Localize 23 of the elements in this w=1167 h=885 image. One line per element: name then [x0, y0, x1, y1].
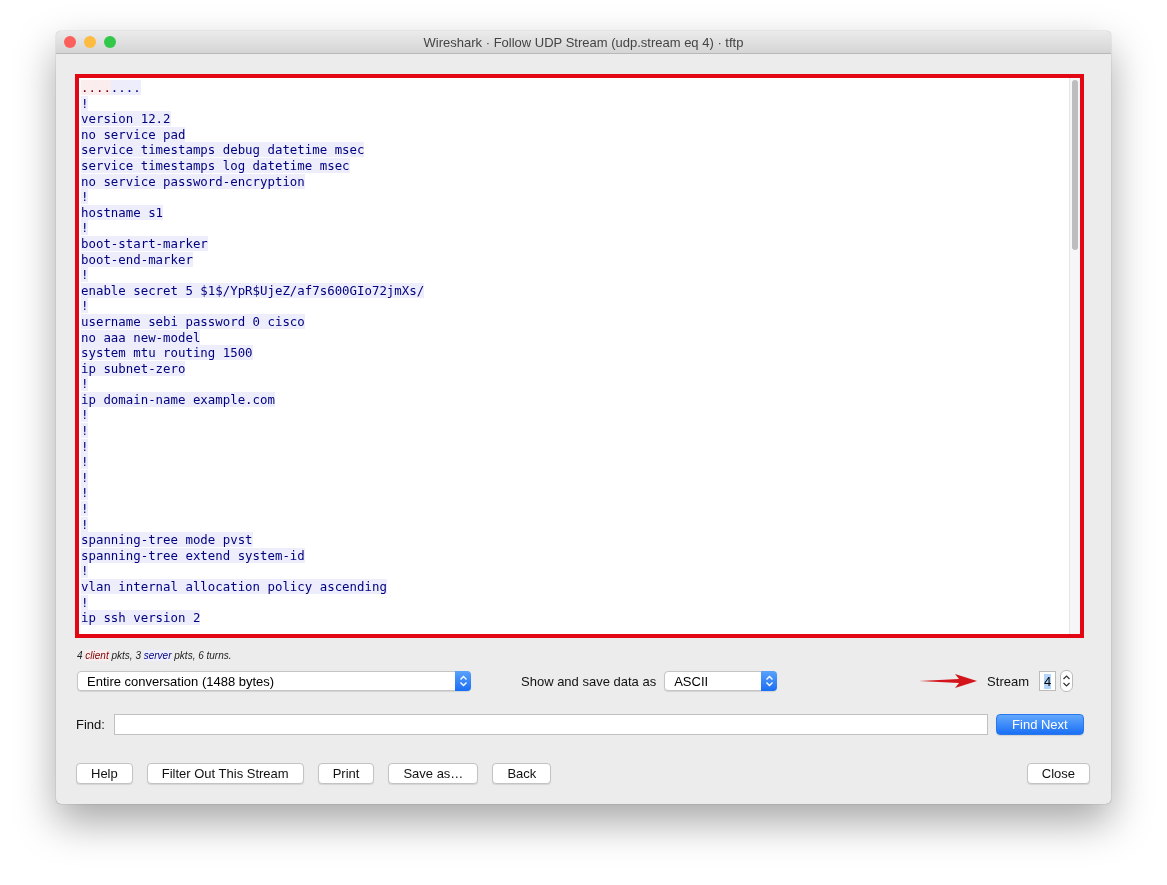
stream-number-field[interactable]: 4	[1039, 671, 1056, 691]
dialog-button[interactable]: Save as…	[388, 763, 479, 784]
dialog-button[interactable]: Back	[492, 763, 552, 784]
stream-line: ........	[81, 80, 142, 96]
dialog-button[interactable]: Print	[317, 763, 375, 784]
scrollbar[interactable]	[1069, 78, 1080, 634]
dialog-button[interactable]: Help	[76, 763, 133, 784]
packet-summary: 4 client pkts, 3 server pkts, 6 turns.	[77, 650, 233, 661]
format-label: Show and save data as	[521, 673, 657, 689]
dialog-button[interactable]: Filter Out This Stream	[146, 763, 304, 784]
dropdown-arrows-icon	[761, 671, 778, 691]
find-field[interactable]	[113, 714, 988, 735]
format-select[interactable]: ASCII	[664, 671, 778, 691]
zoom-window-button[interactable]	[104, 36, 116, 48]
window-title: Wireshark · Follow UDP Stream (udp.stream eq 4) · tftp	[422, 34, 745, 50]
conversation-select[interactable]: Entire conversation (1488 bytes)	[77, 671, 471, 691]
close-window-button[interactable]	[64, 36, 76, 48]
stepper-arrows-icon[interactable]	[1060, 670, 1073, 692]
dropdown-arrows-icon	[455, 671, 471, 691]
close-button[interactable]: Close	[1026, 763, 1090, 784]
minimize-window-button[interactable]	[84, 36, 96, 48]
find-label: Find:	[76, 717, 105, 732]
stream-label: Stream	[987, 673, 1029, 689]
